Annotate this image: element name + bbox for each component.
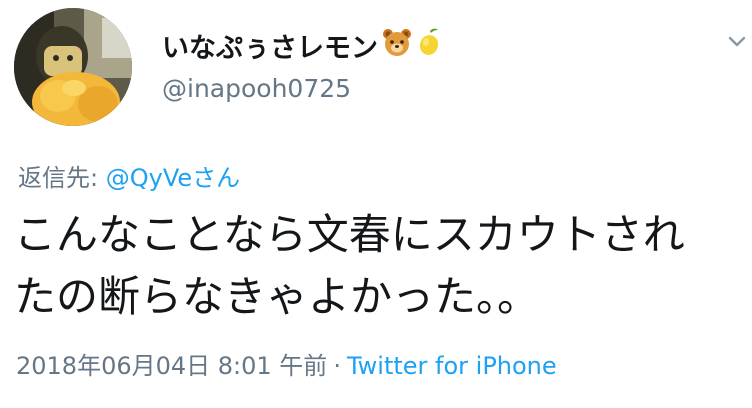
meta-separator: · xyxy=(333,352,341,380)
reply-context: 返信先: @QyVeさん xyxy=(18,158,240,193)
reply-label: 返信先: xyxy=(18,164,99,192)
lemon-icon xyxy=(416,27,442,64)
chevron-down-icon[interactable] xyxy=(726,30,748,52)
tweet-text: こんなことなら文春にスカウトされ たの断らなきゃよかった。。 xyxy=(14,204,752,328)
bear-face-icon xyxy=(382,27,412,64)
avatar[interactable] xyxy=(14,8,132,126)
avatar-image xyxy=(14,8,132,126)
reply-mention-link[interactable]: @QyVeさん xyxy=(106,164,240,192)
display-name[interactable]: いなぷぅさレモン xyxy=(162,26,442,65)
tweet-text-line: こんなことなら文春にスカウトされ xyxy=(14,210,685,259)
display-name-text: いなぷぅさレモン xyxy=(162,33,378,64)
timestamp[interactable]: 2018年06月04日 8:01 午前 xyxy=(16,352,327,380)
tweet-meta: 2018年06月04日 8:01 午前 · Twitter for iPhone xyxy=(16,346,557,381)
source-link[interactable]: Twitter for iPhone xyxy=(347,352,557,380)
tweet-card: いなぷぅさレモン @inapooh0725 返信先: @QyVeさん こんなこと… xyxy=(0,0,752,408)
user-handle[interactable]: @inapooh0725 xyxy=(162,74,351,103)
tweet-text-line: たの断らなきゃよかった。。 xyxy=(14,272,540,321)
